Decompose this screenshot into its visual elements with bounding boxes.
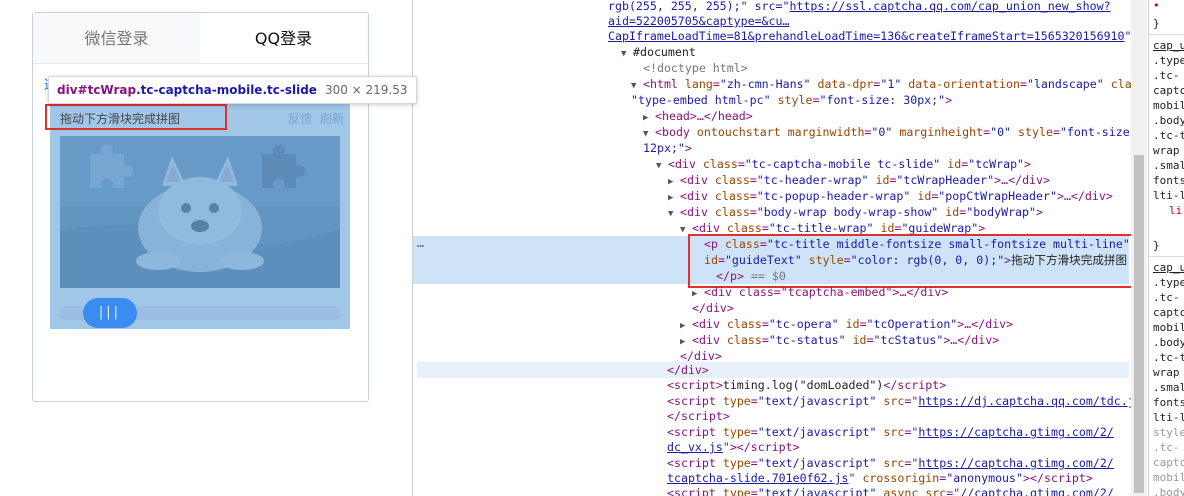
- styles-panel: • } cap_u .type .tc- captc mobil .body .…: [1148, 0, 1184, 496]
- login-panel: 微信登录 QQ登录 这 div#tcWrap.tc-captcha-mobile…: [0, 0, 417, 496]
- document-node[interactable]: ▼ #document: [621, 44, 696, 60]
- tab-wechat-login[interactable]: 微信登录: [33, 13, 200, 63]
- script-src-link[interactable]: https://captcha.gtimg.com/2/: [918, 456, 1113, 470]
- iframe-src-link-end[interactable]: CapIframeLoadTime=81&prehandleLoadTime=1…: [608, 29, 1125, 43]
- tooltip-classes: .tc-captcha-mobile.tc-slide: [136, 83, 317, 97]
- popup-header-node[interactable]: ▶ <div class="tc-popup-header-wrap" id="p…: [668, 188, 1113, 204]
- head-node[interactable]: ▶ <head>…</head>: [643, 108, 753, 124]
- status-node[interactable]: ▶ <div class="tc-status" id="tcStatus">…<…: [680, 332, 999, 348]
- script-node[interactable]: <script>timing.log("domLoaded")</script>: [667, 377, 946, 393]
- login-tabs: 微信登录 QQ登录: [33, 13, 368, 64]
- iframe-src-link[interactable]: https://ssl.captcha.qq.com/cap_union_new…: [789, 0, 1110, 13]
- tree-scrollbar-thumb[interactable]: [1134, 155, 1144, 493]
- doctype-node[interactable]: <!doctype html>: [643, 60, 748, 76]
- script-node[interactable]: <script type="text/javascript" async src…: [667, 485, 1114, 496]
- refresh-link[interactable]: 刷新: [320, 112, 344, 126]
- inspect-highlight-overlay: [50, 103, 350, 329]
- body-node[interactable]: ▼ <body ontouchstart marginwidth="0" marg…: [643, 124, 1137, 140]
- script-src-link[interactable]: //captcha.gtimg.com/2/: [960, 486, 1114, 496]
- style-source-link[interactable]: cap_u: [1153, 38, 1184, 53]
- html-node[interactable]: ▼ <html lang="zh-cmn-Hans" data-dpr="1" d…: [631, 76, 1147, 92]
- tooltip-size: 300 × 219.53: [324, 83, 408, 97]
- script-node[interactable]: <script type="text/javascript" src="http…: [667, 455, 1114, 471]
- hover-row: [417, 362, 1129, 378]
- hint-highlight-box: [45, 104, 227, 130]
- feedback-link[interactable]: 反馈: [288, 112, 312, 126]
- tooltip-tag: div: [57, 83, 78, 97]
- body-wrap-node[interactable]: ▼ <div class="body-wrap body-wrap-show" i…: [668, 204, 1043, 220]
- style-source-link[interactable]: cap_u: [1153, 260, 1184, 275]
- dom-tree: … rgb(255, 255, 255);" src="https://ssl.…: [413, 0, 1147, 496]
- element-inspect-tooltip: div#tcWrap.tc-captcha-mobile.tc-slide 300…: [48, 76, 417, 104]
- tab-qq-login[interactable]: QQ登录: [200, 13, 367, 63]
- script-node[interactable]: <script type="text/javascript" src="http…: [667, 424, 1114, 440]
- script-node[interactable]: <script type="text/javascript" src="http…: [667, 393, 1147, 409]
- slider-handle[interactable]: |||: [83, 298, 137, 328]
- script-src-link-cont[interactable]: dc_vx.js: [667, 440, 723, 454]
- expand-triangle-icon[interactable]: ▼: [668, 206, 680, 222]
- tooltip-id: #tcWrap: [77, 83, 137, 97]
- embed-node[interactable]: ▶ <div class="tcaptcha-embed">…</div>: [692, 284, 948, 300]
- expand-triangle-icon[interactable]: ▼: [621, 46, 633, 62]
- captcha-actions: 反馈 刷新: [284, 110, 344, 127]
- script-src-link-cont[interactable]: tcaptcha-slide.701e0f62.js: [667, 471, 848, 485]
- expand-triangle-icon[interactable]: ▼: [656, 158, 668, 174]
- tooltip-selector: div#tcWrap.tc-captcha-mobile.tc-slide: [57, 83, 317, 97]
- tcwrap-node[interactable]: ▼ <div class="tc-captcha-mobile tc-slide"…: [656, 156, 1031, 172]
- iframe-src-link-cont[interactable]: aid=522005705&captype=&cu…: [608, 14, 789, 28]
- script-src-link[interactable]: https://captcha.gtimg.com/2/: [918, 425, 1113, 439]
- script-src-link[interactable]: https://dj.captcha.qq.com/tdc.js: [918, 394, 1141, 408]
- opera-node[interactable]: ▶ <div class="tc-opera" id="tcOperation">…: [680, 316, 1013, 332]
- header-wrap-node[interactable]: ▶ <div class="tc-header-wrap" id="tcWrapH…: [668, 172, 1050, 188]
- selected-node-highlight-box: [688, 234, 1146, 288]
- more-actions-icon[interactable]: …: [417, 236, 424, 250]
